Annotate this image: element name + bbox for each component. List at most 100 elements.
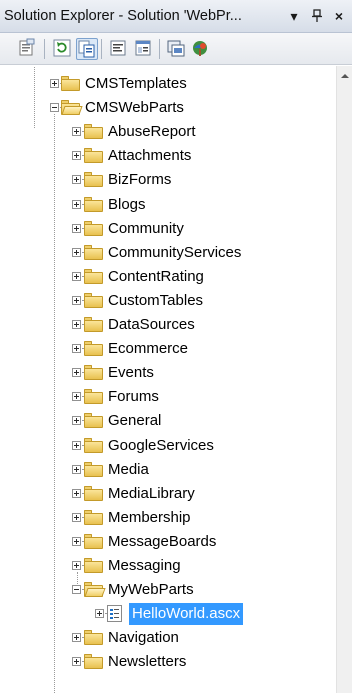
folder-icon <box>84 437 104 453</box>
tree-item-label: ContentRating <box>108 267 204 285</box>
expand-plus-icon[interactable] <box>72 127 81 137</box>
expand-plus-icon[interactable] <box>72 392 81 402</box>
solution-tree[interactable]: CMSTemplates CMSWebParts AbuseReport Attach… <box>0 66 336 693</box>
tree-item-folder[interactable]: Messaging <box>0 554 336 578</box>
expand-plus-icon[interactable] <box>95 609 104 619</box>
expand-plus-icon[interactable] <box>72 151 81 161</box>
folder-icon <box>84 389 104 405</box>
view-code-icon <box>110 40 126 56</box>
folder-icon <box>84 461 104 477</box>
tree-item-folder[interactable]: GoogleServices <box>0 434 336 458</box>
expand-plus-icon[interactable] <box>72 295 81 305</box>
folder-icon <box>84 268 104 284</box>
tree-item-label: CMSWebParts <box>85 99 184 117</box>
tree-item-label: MyWebParts <box>108 581 194 599</box>
tree-item-label: Community <box>108 219 184 237</box>
expand-plus-icon[interactable] <box>72 416 81 426</box>
folder-icon <box>84 341 104 357</box>
expand-plus-icon[interactable] <box>72 344 81 354</box>
tree-item-folder[interactable]: General <box>0 409 336 433</box>
expand-plus-icon[interactable] <box>72 247 81 257</box>
tree-item-label: Membership <box>108 508 191 526</box>
expand-plus-icon[interactable] <box>72 368 81 378</box>
window-position-dropdown-icon[interactable]: ▾ <box>285 6 303 26</box>
expand-plus-icon[interactable] <box>72 320 81 329</box>
expand-plus-icon[interactable] <box>72 199 81 209</box>
aspnet-configuration-icon <box>193 41 207 56</box>
tree-item-folder[interactable]: MediaLibrary <box>0 482 336 506</box>
expand-plus-icon[interactable] <box>50 79 59 88</box>
tree-item-folder[interactable]: Community <box>0 217 336 241</box>
folder-icon <box>84 485 104 501</box>
folder-icon <box>84 509 104 525</box>
auto-hide-pin-icon[interactable] <box>308 6 326 26</box>
folder-icon <box>84 558 104 573</box>
ascx-file-icon <box>107 605 122 623</box>
toolbar-separator <box>101 39 102 59</box>
tree-item-folder[interactable]: Ecommerce <box>0 337 336 361</box>
window-title: Solution Explorer - Solution 'WebPr... <box>4 8 242 24</box>
scroll-up-arrow-icon[interactable] <box>341 74 349 78</box>
properties-icon <box>19 38 35 56</box>
tree-item-folder[interactable]: Membership <box>0 506 336 530</box>
tree-item-label: MessageBoards <box>108 532 217 550</box>
expand-plus-icon[interactable] <box>72 536 81 546</box>
expand-plus-icon[interactable] <box>72 561 81 570</box>
tree-item-folder[interactable]: AbuseReport <box>0 120 336 144</box>
folder-icon <box>84 365 104 381</box>
tree-item-label: HelloWorld.ascx <box>129 603 244 626</box>
refresh-button[interactable] <box>52 38 74 60</box>
expand-plus-icon[interactable] <box>72 488 81 498</box>
tree-item-folder[interactable]: BizForms <box>0 168 336 192</box>
tree-item-folder[interactable]: ContentRating <box>0 265 336 289</box>
tree-item-folder[interactable]: CustomTables <box>0 289 336 313</box>
expand-plus-icon[interactable] <box>72 223 81 233</box>
tree-item-folder[interactable]: Media <box>0 458 336 482</box>
folder-open-icon <box>61 100 83 116</box>
collapse-minus-icon[interactable] <box>72 585 81 595</box>
tree-item-label: GoogleServices <box>108 436 214 454</box>
vertical-scrollbar[interactable] <box>336 66 352 693</box>
tree-item-label: CommunityServices <box>108 243 242 261</box>
refresh-icon <box>53 39 71 57</box>
show-all-files-button[interactable] <box>76 38 98 60</box>
tree-item-label: MediaLibrary <box>108 484 195 502</box>
expand-plus-icon[interactable] <box>72 657 81 667</box>
expand-plus-icon[interactable] <box>72 271 81 281</box>
tree-item-folder[interactable]: Forums <box>0 385 336 409</box>
tree-item-file[interactable]: HelloWorld.ascx <box>0 602 336 626</box>
tree-item-folder[interactable]: Attachments <box>0 144 336 168</box>
expand-plus-icon[interactable] <box>72 175 81 185</box>
tree-item-folder[interactable]: Events <box>0 361 336 385</box>
tree-item-folder[interactable]: MyWebParts <box>0 578 336 602</box>
expand-plus-icon[interactable] <box>72 633 81 643</box>
tree-item-label: General <box>108 412 162 430</box>
tree-item-folder[interactable]: CMSTemplates <box>0 72 336 96</box>
copy-website-icon <box>167 40 185 57</box>
tree-item-folder[interactable]: Blogs <box>0 193 336 217</box>
toolbar <box>0 33 352 65</box>
close-icon[interactable]: × <box>330 6 348 26</box>
properties-button[interactable] <box>17 38 39 60</box>
toolbar-separator <box>44 39 45 59</box>
expand-plus-icon[interactable] <box>72 464 81 474</box>
tree-item-folder[interactable]: CMSWebParts <box>0 96 336 120</box>
folder-icon <box>84 292 104 308</box>
folder-icon <box>84 630 104 646</box>
toolbar-separator <box>159 39 160 59</box>
folder-icon <box>84 220 104 236</box>
tree-item-folder[interactable]: Navigation <box>0 626 336 650</box>
collapse-minus-icon[interactable] <box>50 103 59 113</box>
expand-plus-icon[interactable] <box>72 440 81 450</box>
aspnet-configuration-button[interactable] <box>190 38 212 60</box>
copy-website-button[interactable] <box>166 38 188 60</box>
tree-item-folder[interactable]: DataSources <box>0 313 336 337</box>
tree-item-label: AbuseReport <box>108 123 196 141</box>
tree-item-folder[interactable]: MessageBoards <box>0 530 336 554</box>
tree-item-folder[interactable]: Newsletters <box>0 650 336 674</box>
expand-plus-icon[interactable] <box>72 512 81 522</box>
tree-item-folder[interactable]: CommunityServices <box>0 241 336 265</box>
view-code-button[interactable] <box>108 38 130 60</box>
view-designer-button[interactable] <box>133 38 155 60</box>
title-bar[interactable]: Solution Explorer - Solution 'WebPr... ▾… <box>0 0 352 33</box>
